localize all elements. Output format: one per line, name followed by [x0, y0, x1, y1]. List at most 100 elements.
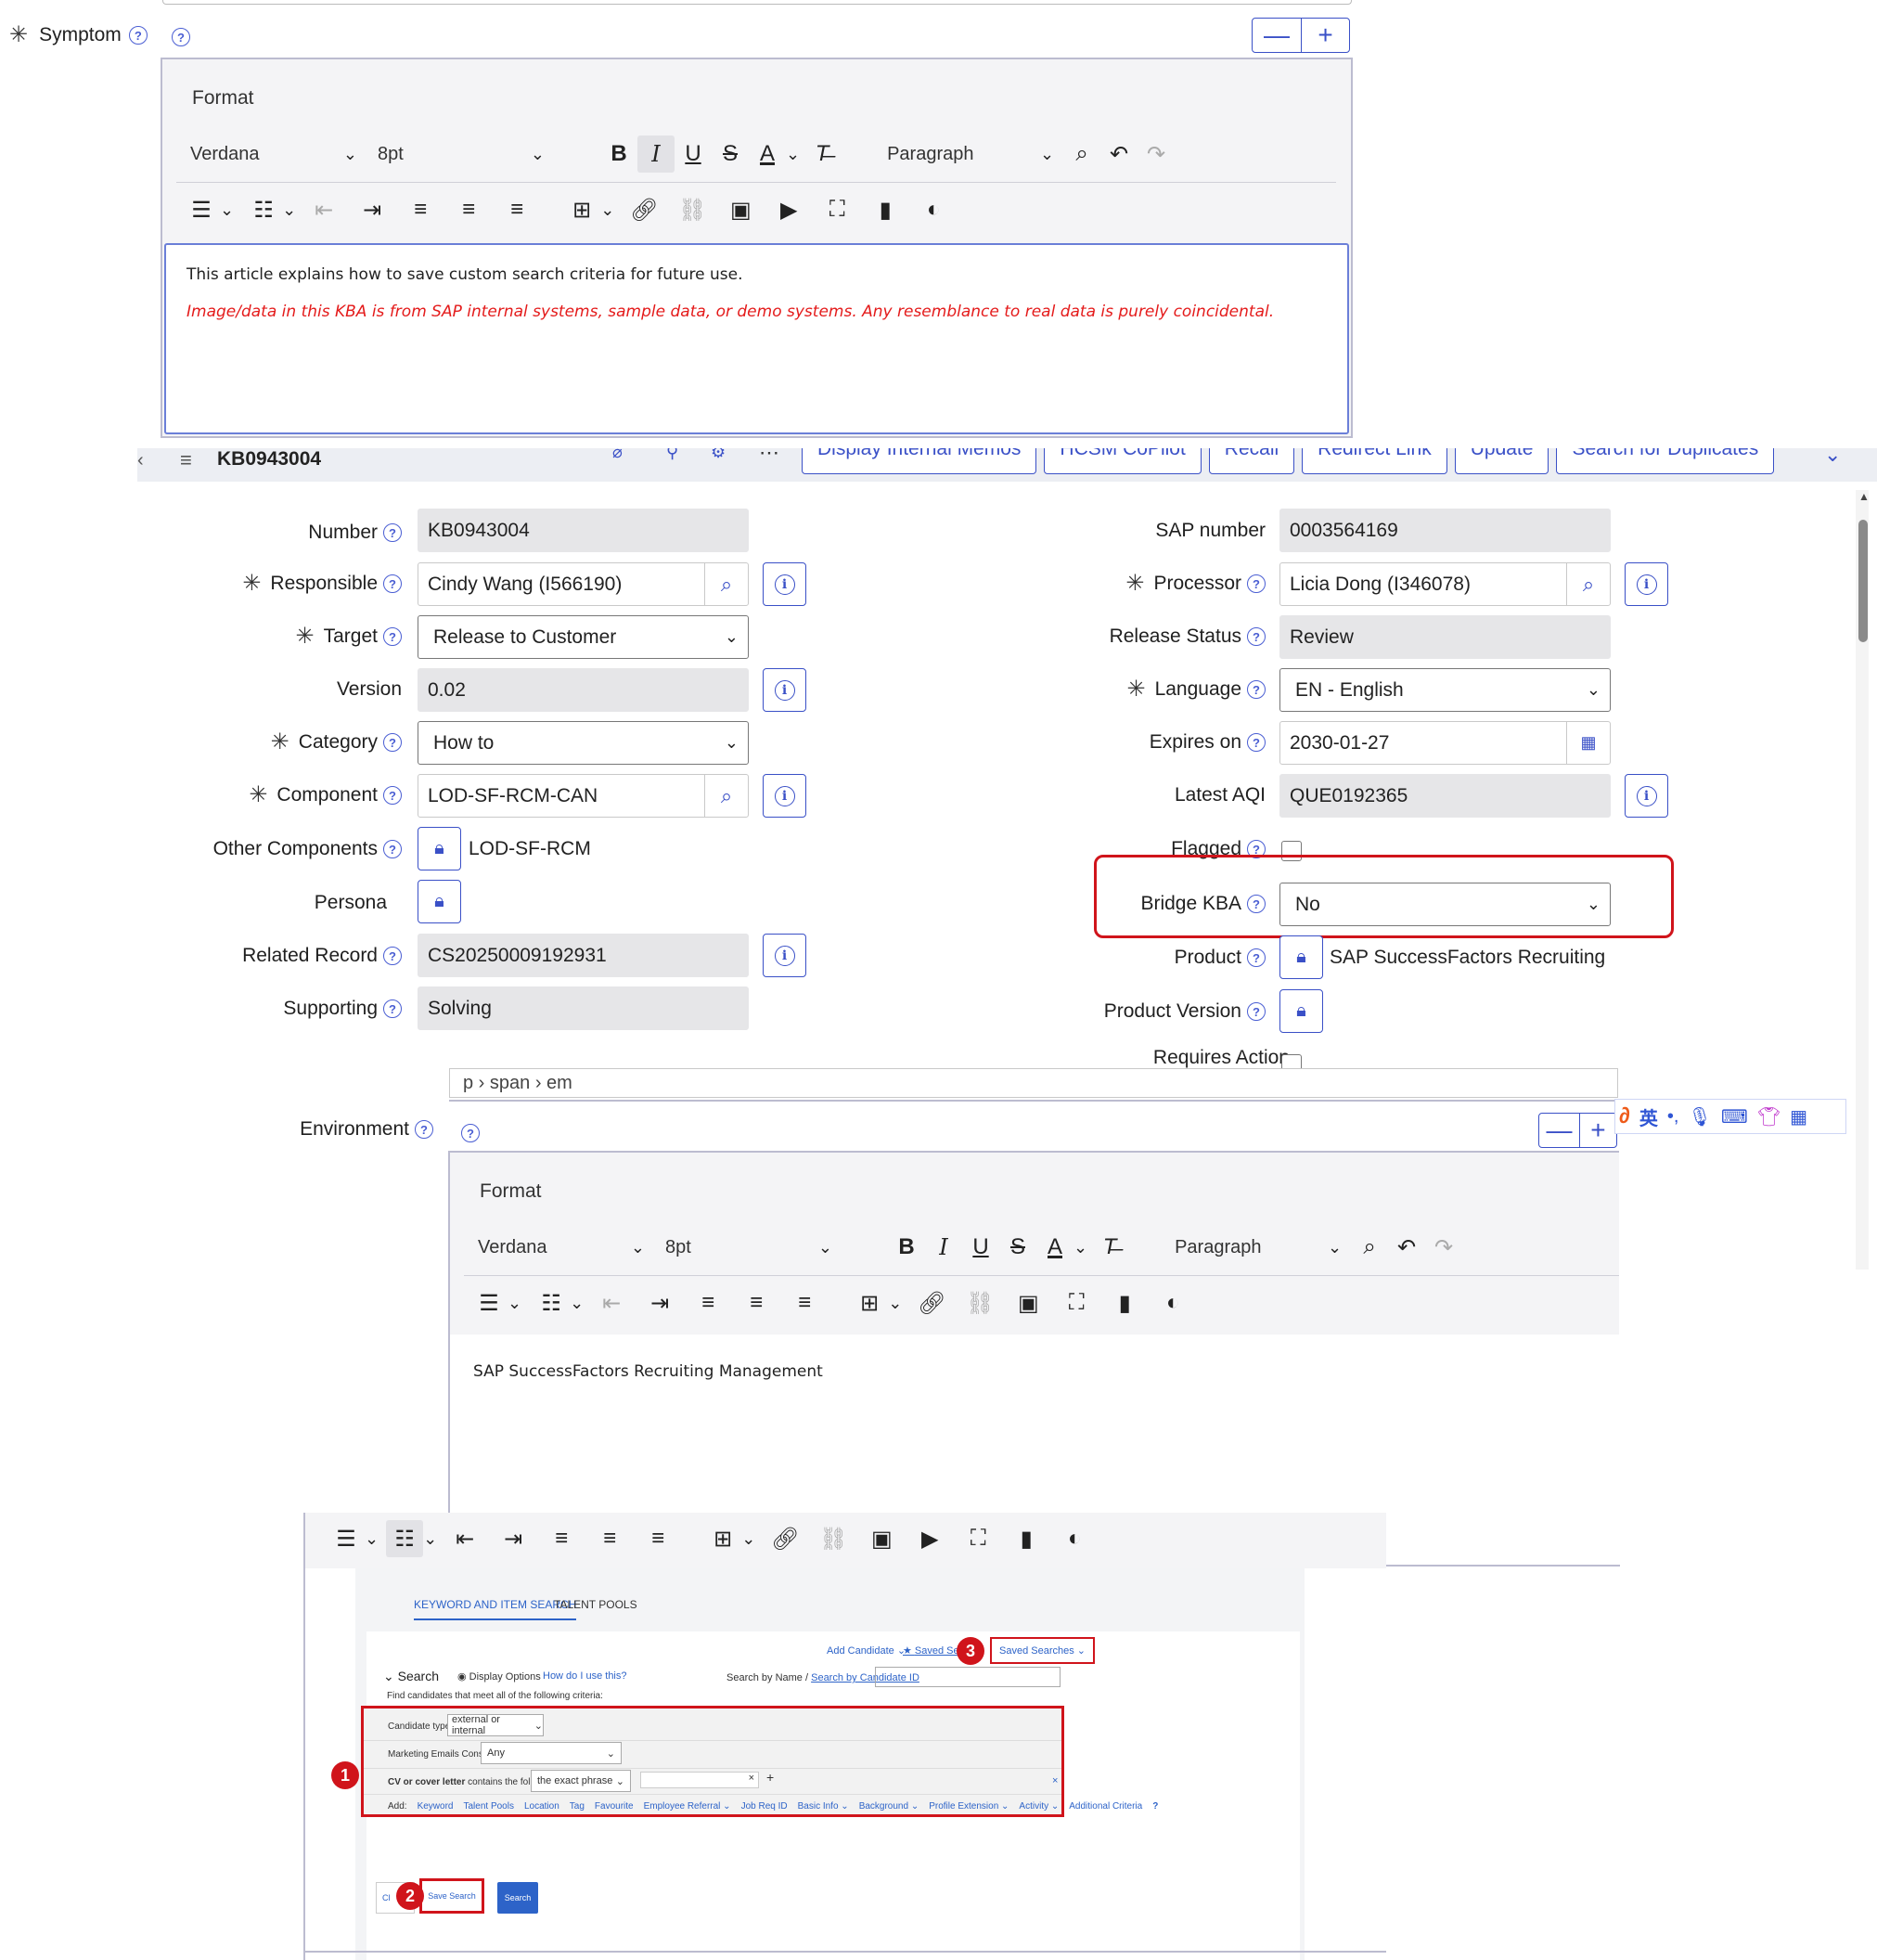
clear-icon[interactable]: × — [749, 1773, 754, 1784]
numbered-list-chevron-icon[interactable]: ⌄ — [570, 1294, 584, 1313]
align-right-icon[interactable]: ≡ — [498, 191, 535, 228]
add-employee-referral-link[interactable]: Employee Referral ⌄ — [644, 1801, 731, 1812]
add-keyword-link[interactable]: Keyword — [418, 1801, 454, 1812]
link-icon[interactable]: 🔗︎ — [625, 191, 662, 228]
undo-icon[interactable]: ↶ — [1388, 1229, 1425, 1266]
bookmark-icon[interactable]: ▮ — [1008, 1520, 1045, 1557]
responsible-info-button[interactable]: i — [763, 562, 806, 606]
help-icon[interactable]: ? — [1247, 574, 1266, 593]
indent-icon[interactable]: ⇥ — [641, 1284, 678, 1322]
hcsm-copilot-button[interactable]: HCSM CoPilot — [1044, 448, 1202, 474]
back-icon[interactable]: ‹ — [137, 450, 144, 471]
product-lock-button[interactable]: 🔒︎ — [1279, 935, 1323, 979]
related-record-info-button[interactable]: i — [763, 934, 806, 977]
help-icon[interactable]: ? — [1152, 1801, 1158, 1812]
add-talent-pools-link[interactable]: Talent Pools — [463, 1801, 513, 1812]
other-components-lock-button[interactable]: 🔒︎ — [418, 827, 461, 870]
add-favourite-link[interactable]: Favourite — [595, 1801, 634, 1812]
add-location-link[interactable]: Location — [524, 1801, 559, 1812]
redo-icon[interactable]: ↷ — [1425, 1229, 1462, 1266]
help-icon[interactable]: ? — [383, 627, 402, 646]
bookmark-icon[interactable]: ▮ — [867, 191, 904, 228]
skin-icon[interactable]: 👕︎ — [1757, 1105, 1781, 1128]
help-icon[interactable]: ? — [1247, 680, 1266, 699]
help-icon[interactable]: ? — [1247, 733, 1266, 752]
search-icon[interactable]: ⌕ — [1566, 563, 1610, 605]
link-icon[interactable]: 🔗︎ — [913, 1284, 950, 1322]
table-icon[interactable]: ⊞ — [704, 1520, 741, 1557]
clear-format-icon[interactable]: T̶ — [804, 135, 841, 173]
indent-icon[interactable]: ⇥ — [354, 191, 391, 228]
target-select[interactable]: Release to Customer ⌄ — [418, 615, 749, 659]
font-family-select[interactable]: Verdana ⌄ — [478, 1237, 645, 1258]
numbered-list-chevron-icon[interactable]: ⌄ — [423, 1529, 437, 1549]
font-family-select[interactable]: Verdana ⌄ — [190, 144, 357, 165]
align-right-icon[interactable]: ≡ — [786, 1284, 823, 1322]
align-left-icon[interactable]: ≡ — [543, 1520, 580, 1557]
apps-icon[interactable]: ▦ — [1790, 1105, 1807, 1128]
help-icon[interactable]: ? — [383, 999, 402, 1018]
image-icon[interactable]: ▣ — [722, 191, 759, 228]
saved-searches-dropdown[interactable]: Saved Searches ⌄ — [990, 1637, 1095, 1664]
paragraph-select[interactable]: Paragraph ⌄ — [887, 144, 1054, 165]
add-criteria-icon[interactable]: + — [766, 1770, 774, 1785]
ime-logo-icon[interactable]: ∂ — [1619, 1103, 1630, 1129]
help-icon[interactable]: ? — [383, 574, 402, 593]
indent-icon[interactable]: ⇥ — [495, 1520, 532, 1557]
environment-help-icon[interactable]: ? — [461, 1124, 480, 1142]
save-search-button[interactable]: Save Search — [419, 1878, 484, 1914]
fullscreen-icon[interactable]: ⛶ — [818, 191, 855, 228]
table-icon[interactable]: ⊞ — [851, 1284, 888, 1322]
italic-icon[interactable]: I — [637, 135, 675, 173]
clear-format-icon[interactable]: T̶ — [1091, 1229, 1128, 1266]
scroll-down-icon[interactable]: ⌄ — [1824, 448, 1841, 467]
format-menu[interactable]: Format — [480, 1180, 542, 1203]
contrast-icon[interactable]: ◐ — [1056, 1520, 1093, 1557]
bullet-list-icon[interactable]: ☰ — [183, 191, 220, 228]
help-icon[interactable]: ? — [1247, 627, 1266, 646]
add-basic-info-link[interactable]: Basic Info ⌄ — [798, 1801, 849, 1812]
bullet-list-chevron-icon[interactable]: ⌄ — [365, 1529, 379, 1549]
how-to-use-link[interactable]: How do I use this? — [543, 1670, 627, 1682]
activity-icon[interactable]: ⚲ — [666, 448, 678, 462]
fullscreen-icon[interactable]: ⛶ — [959, 1520, 996, 1557]
table-chevron-icon[interactable]: ⌄ — [600, 200, 614, 220]
fullscreen-icon[interactable]: ⛶ — [1058, 1284, 1095, 1322]
text-color-icon[interactable]: A — [749, 135, 786, 173]
align-center-icon[interactable]: ≡ — [450, 191, 487, 228]
search-icon[interactable]: ⌕ — [704, 775, 748, 817]
font-size-select[interactable]: 8pt ⌄ — [665, 1237, 832, 1258]
help-icon[interactable]: ? — [383, 786, 402, 805]
text-color-icon[interactable]: A — [1036, 1229, 1073, 1266]
menu-icon[interactable]: ≡ — [180, 448, 192, 472]
attachment-icon[interactable]: ⌀ — [612, 448, 623, 462]
help-icon[interactable]: ? — [383, 733, 402, 752]
cv-text-input[interactable]: × — [640, 1772, 759, 1788]
expires-on-input[interactable]: 2030-01-27 ▦ — [1279, 721, 1611, 765]
display-internal-memos-button[interactable]: Display Internal Memos — [802, 448, 1037, 474]
display-options-link[interactable]: ◉ Display Options — [457, 1670, 541, 1683]
underline-icon[interactable]: U — [675, 135, 712, 173]
candidate-type-select[interactable]: external or internal ⌄ — [447, 1714, 544, 1736]
bullet-list-icon[interactable]: ☰ — [328, 1520, 365, 1557]
bookmark-icon[interactable]: ▮ — [1106, 1284, 1143, 1322]
search-icon[interactable]: ⌕ — [1063, 135, 1100, 173]
tab-keyword-search[interactable]: KEYWORD AND ITEM SEARCH — [414, 1598, 577, 1620]
symptom-help-icon[interactable]: ? — [172, 28, 190, 46]
bullet-list-icon[interactable]: ☰ — [470, 1284, 508, 1322]
numbered-list-icon[interactable]: ☷ — [533, 1284, 570, 1322]
search-for-duplicates-button[interactable]: Search for Duplicates — [1556, 448, 1775, 474]
table-icon[interactable]: ⊞ — [563, 191, 600, 228]
text-color-chevron-icon[interactable]: ⌄ — [1073, 1238, 1087, 1257]
align-left-icon[interactable]: ≡ — [689, 1284, 726, 1322]
microphone-icon[interactable]: 🎙︎ — [1688, 1105, 1711, 1128]
component-info-button[interactable]: i — [763, 774, 806, 818]
numbered-list-chevron-icon[interactable]: ⌄ — [282, 200, 296, 220]
numbered-list-icon[interactable]: ☷ — [386, 1520, 424, 1557]
redo-icon[interactable]: ↷ — [1138, 135, 1175, 173]
unlink-icon[interactable]: ⛓︎ — [961, 1284, 998, 1322]
help-icon[interactable]: ? — [383, 523, 402, 542]
search-button[interactable]: Search — [497, 1882, 538, 1914]
align-left-icon[interactable]: ≡ — [402, 191, 439, 228]
format-menu[interactable]: Format — [192, 87, 254, 110]
